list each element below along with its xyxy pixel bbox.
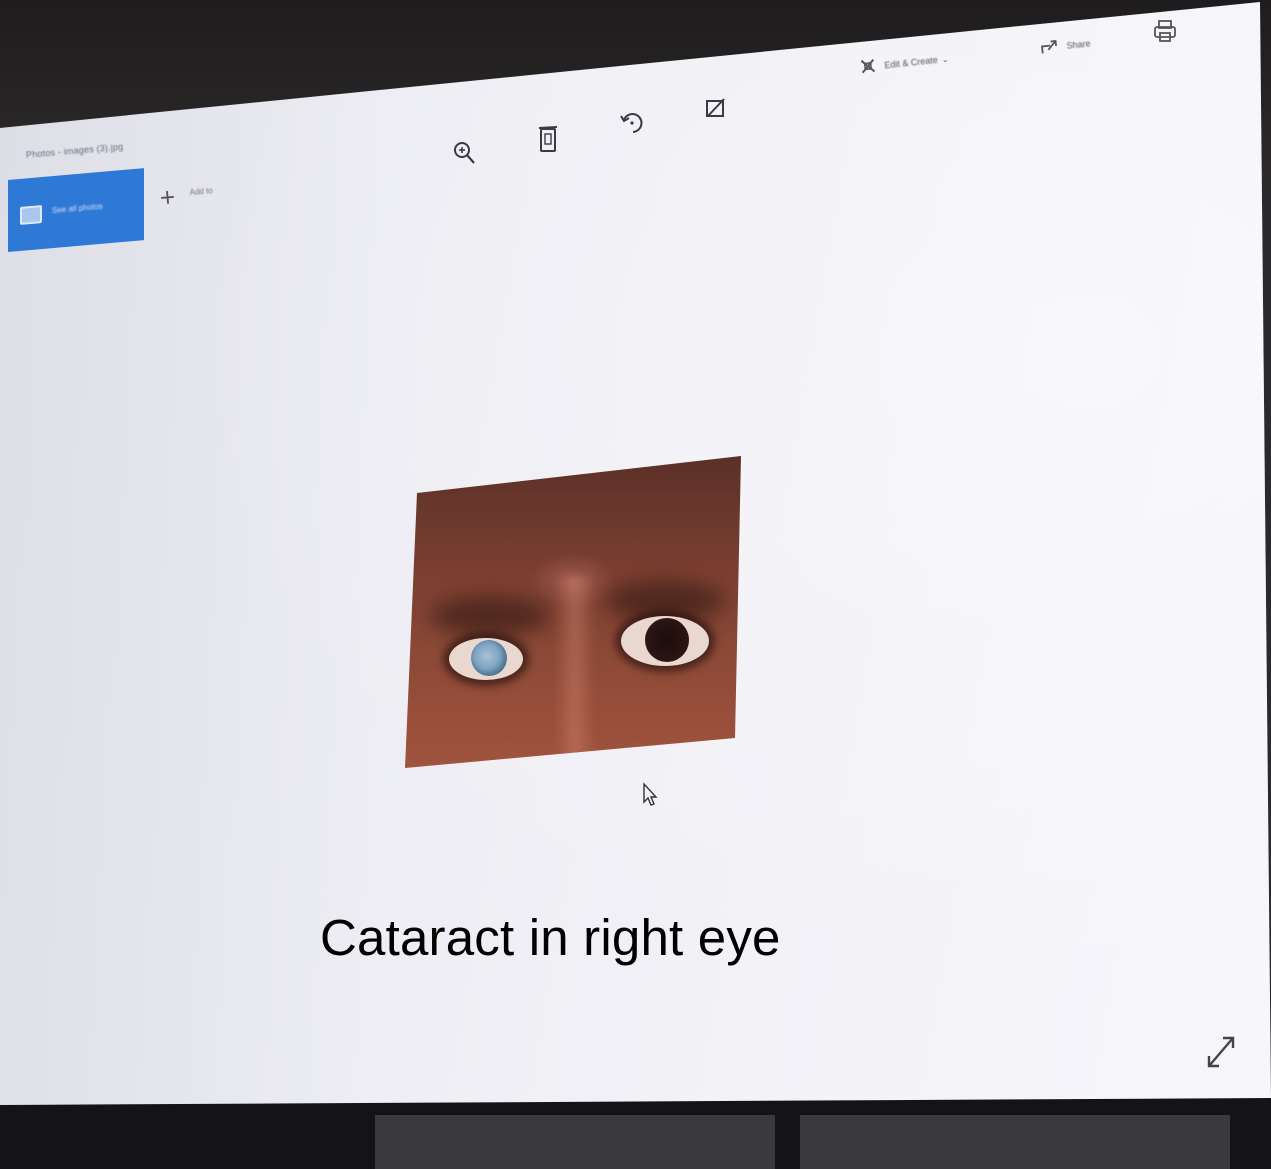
photo-collection-icon <box>20 205 42 225</box>
mouse-pointer-icon <box>642 782 658 813</box>
screen-frame-left <box>375 1115 775 1169</box>
eye-photo <box>405 456 741 768</box>
cloudy-iris <box>471 640 507 676</box>
chevron-down-icon: ⌄ <box>941 54 949 65</box>
photo-shadow-right <box>605 581 725 621</box>
see-all-photos-label: See all photos <box>52 201 103 216</box>
trash-icon[interactable] <box>538 124 558 154</box>
share-label: Share <box>1066 38 1091 51</box>
caption: Cataract in right eye <box>320 909 781 966</box>
screen-frame-right <box>800 1115 1230 1169</box>
crop-icon[interactable] <box>704 96 728 120</box>
see-all-photos-button[interactable]: See all photos <box>8 168 144 252</box>
print-icon[interactable] <box>1152 18 1178 49</box>
rotate-icon[interactable] <box>618 110 646 138</box>
edit-create-label: Edit & Create <box>883 54 939 71</box>
cataract-eye <box>449 638 523 680</box>
photo-nose-highlight <box>555 576 595 756</box>
photo-shadow-left <box>430 596 550 636</box>
edit-create-icon <box>859 56 881 75</box>
share-icon <box>1039 36 1063 55</box>
plus-icon: + <box>158 181 177 213</box>
zoom-in-icon[interactable] <box>452 140 476 166</box>
expand-icon[interactable] <box>1205 1034 1237 1075</box>
normal-eye <box>621 616 709 666</box>
dark-iris <box>645 618 689 662</box>
add-to-button[interactable]: + Add to <box>158 181 213 213</box>
